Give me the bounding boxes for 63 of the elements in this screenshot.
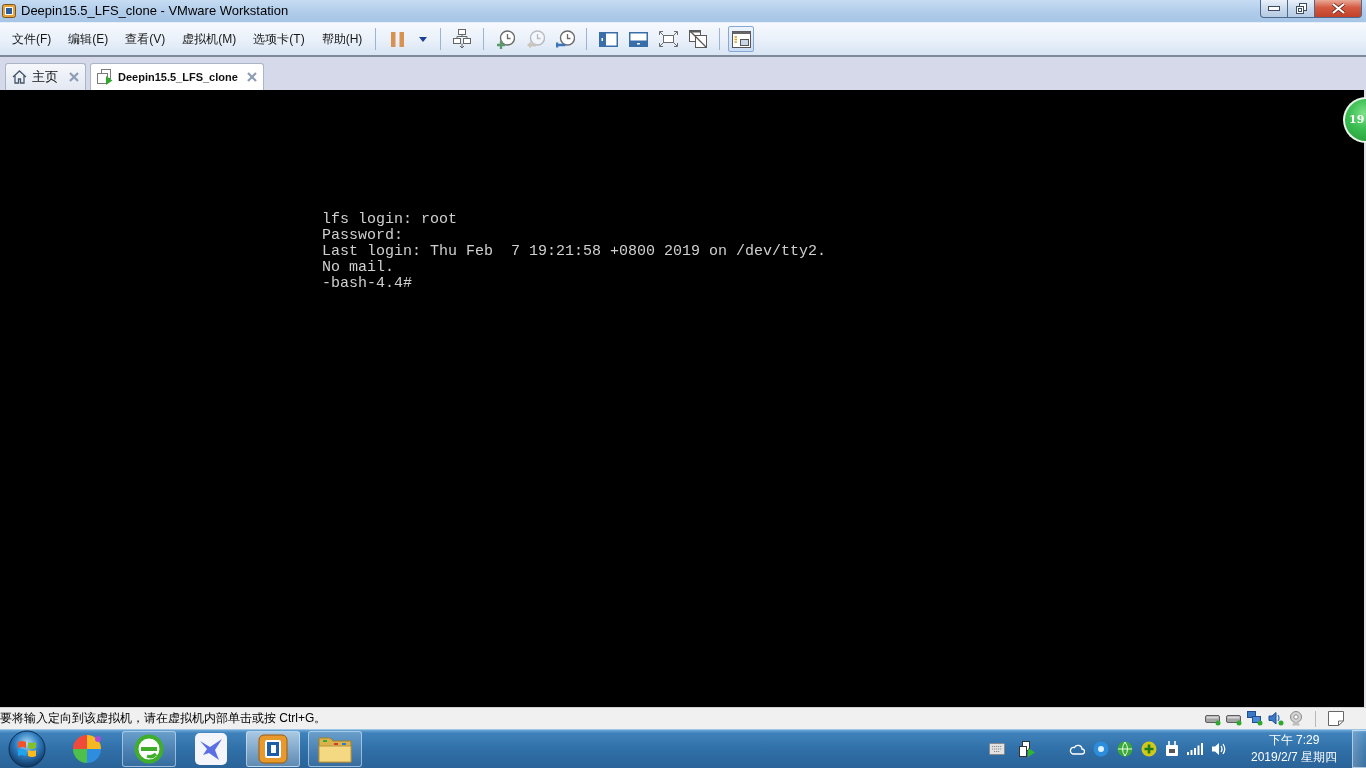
network-icon — [1247, 711, 1263, 726]
terminal-line: Last login: Thu Feb 7 19:21:58 +0800 2019 on /dev/tty2. — [322, 244, 827, 260]
menu-item[interactable]: 文件(F) — [12, 30, 52, 48]
caret-icon — [419, 36, 428, 42]
menu-item[interactable]: 帮助(H) — [321, 30, 363, 48]
clock-time: 下午 7:29 — [1268, 732, 1320, 749]
library-button[interactable] — [728, 26, 755, 52]
pause-icon — [390, 31, 404, 47]
devices-arrow-icon — [1019, 741, 1035, 757]
folder-icon — [318, 734, 352, 764]
show-desktop-button[interactable] — [1352, 730, 1366, 768]
note-icon — [1328, 711, 1344, 726]
home-icon — [12, 70, 27, 84]
tab[interactable]: Deepin15.5_LFS_clone — [90, 63, 264, 90]
windows-logo-icon — [8, 730, 46, 768]
signal-bars-icon — [1187, 743, 1203, 755]
taskbar-button[interactable] — [246, 731, 300, 767]
window-title: Deepin15.5_LFS_clone - VMware Workstation — [21, 2, 289, 20]
minimize-button[interactable] — [1260, 0, 1288, 18]
terminal-line: -bash-4.4# — [322, 276, 412, 292]
close-button[interactable] — [1315, 0, 1362, 18]
restore-button[interactable] — [1288, 0, 1315, 18]
sidebar-panel-icon — [598, 31, 618, 47]
disc-icon — [1093, 741, 1109, 757]
keys-tree-icon — [453, 29, 472, 49]
browser-logo-icon — [134, 734, 164, 764]
speaker-icon — [1268, 711, 1284, 726]
fullscreen-icon — [658, 31, 678, 47]
clock-plus-icon — [495, 29, 515, 49]
tab[interactable]: 主页 — [5, 63, 86, 90]
cloud-icon — [1069, 743, 1085, 755]
vmware-logo-icon — [258, 734, 288, 764]
menu-item[interactable]: 查看(V) — [125, 30, 166, 48]
bird-tile-icon — [195, 733, 227, 765]
globe-icon — [1117, 741, 1133, 757]
start-button[interactable] — [7, 730, 47, 768]
pinwheel-icon — [71, 733, 103, 765]
restore-icon — [1295, 3, 1307, 14]
menu-item[interactable]: 选项卡(T) — [253, 30, 305, 48]
crossed-windows-icon — [689, 30, 708, 48]
plus-disc-icon — [1141, 741, 1157, 757]
close-icon[interactable] — [246, 72, 257, 82]
vm-play-icon — [97, 69, 113, 85]
terminal-line: No mail. — [322, 260, 394, 276]
minimize-icon — [1268, 6, 1280, 11]
terminal-line: lfs login: root — [322, 212, 458, 228]
menu-item[interactable]: 虚拟机(M) — [182, 30, 237, 48]
menu-item[interactable]: 编辑(E) — [68, 30, 109, 48]
clock-wrench-icon — [555, 29, 575, 49]
keyboard-icon — [989, 743, 1005, 755]
close-icon — [1331, 3, 1345, 14]
terminal-line: Password: — [322, 228, 403, 244]
power-plug-icon — [1165, 741, 1179, 757]
status-message: 要将输入定向到该虚拟机，请在虚拟机内部单击或按 Ctrl+G。 — [0, 710, 327, 727]
speaker-icon — [1211, 742, 1227, 756]
webcam-icon — [1289, 711, 1303, 726]
window-list-icon — [731, 30, 751, 48]
clock-arrow-icon — [525, 29, 545, 49]
bottom-bar-panel-icon — [628, 31, 648, 47]
clock-date: 2019/2/7 星期四 — [1250, 749, 1337, 766]
app-logo-icon — [2, 4, 16, 18]
taskbar-button[interactable] — [308, 731, 362, 767]
taskbar-button[interactable] — [122, 731, 176, 767]
